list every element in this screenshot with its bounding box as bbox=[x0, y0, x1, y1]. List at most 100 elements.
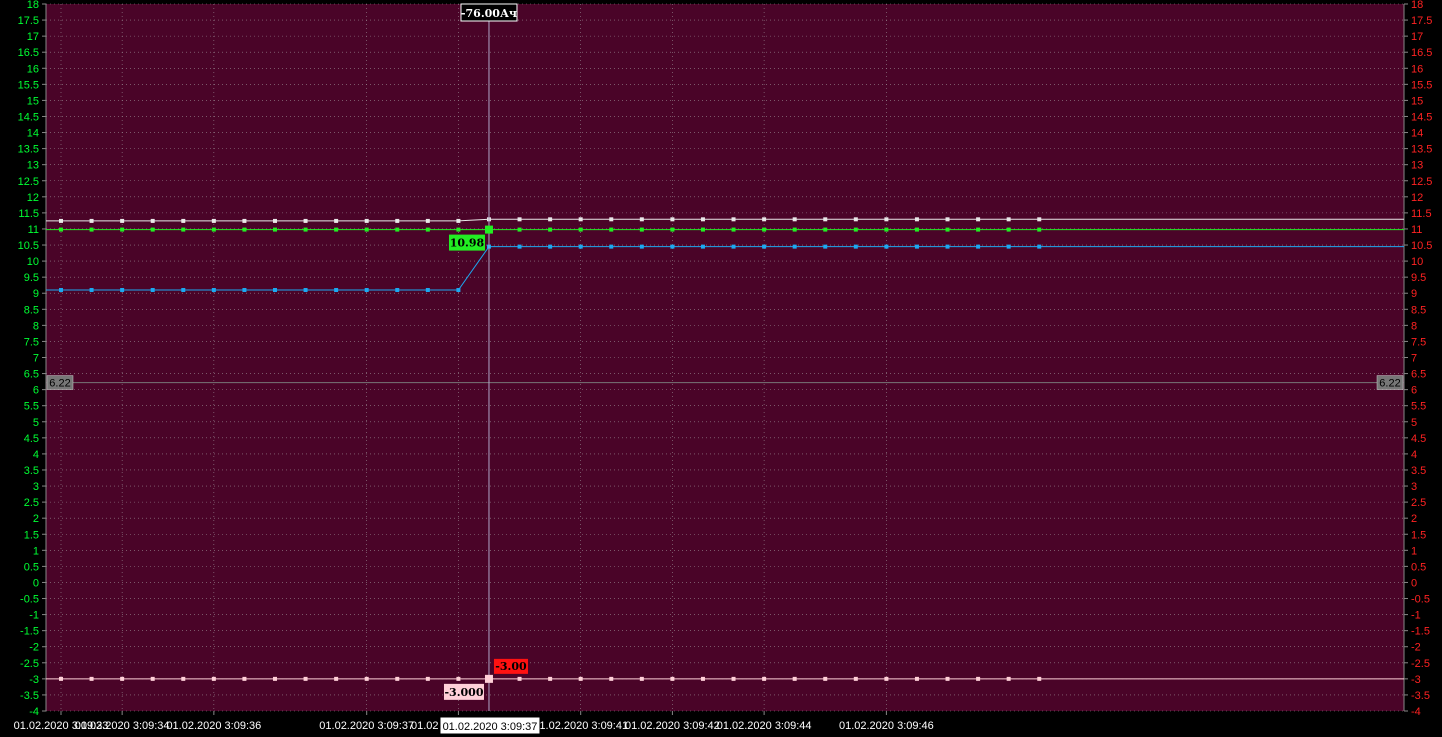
cursor-pink-label: -3.000 bbox=[444, 686, 483, 699]
series-0-point bbox=[639, 217, 644, 222]
series-0-point bbox=[1006, 217, 1011, 222]
left-tick-label: -3.5 bbox=[20, 690, 39, 702]
cursor-green-label: 10.98 bbox=[450, 237, 485, 250]
series-0-point bbox=[670, 217, 675, 222]
series-2-point bbox=[89, 288, 94, 293]
series-1-point bbox=[120, 227, 125, 232]
right-tick-label: 2.5 bbox=[1411, 497, 1426, 509]
series-1-point bbox=[1006, 227, 1011, 232]
left-tick-label: -2.5 bbox=[20, 658, 39, 670]
series-3-point bbox=[639, 676, 644, 681]
series-1-point bbox=[89, 227, 94, 232]
right-tick-label: 11.5 bbox=[1411, 208, 1432, 220]
left-tick-label: -1 bbox=[29, 610, 39, 622]
series-1-point bbox=[272, 227, 277, 232]
series-0-point bbox=[364, 218, 369, 223]
left-tick-label: 8 bbox=[33, 320, 39, 332]
right-tick-label: 11 bbox=[1411, 224, 1422, 236]
series-0-point bbox=[884, 217, 889, 222]
series-3-point bbox=[762, 676, 767, 681]
series-2-point bbox=[150, 288, 155, 293]
series-0-point bbox=[334, 218, 339, 223]
series-2-point bbox=[731, 244, 736, 249]
right-tick-label: 9.5 bbox=[1411, 272, 1426, 284]
left-tick-label: -4 bbox=[29, 706, 39, 718]
right-tick-label: -4 bbox=[1411, 706, 1421, 718]
plot-background bbox=[46, 4, 1404, 711]
right-tick-label: 14.5 bbox=[1411, 111, 1432, 123]
series-2-point bbox=[762, 244, 767, 249]
series-1-point bbox=[731, 227, 736, 232]
series-3-point bbox=[945, 676, 950, 681]
series-2-point bbox=[120, 288, 125, 293]
reference-label-right: 6.22 bbox=[1379, 378, 1400, 390]
right-tick-label: -3.5 bbox=[1411, 690, 1430, 702]
right-tick-label: 6 bbox=[1411, 385, 1417, 397]
series-3-point bbox=[150, 676, 155, 681]
cursor-green-marker bbox=[484, 225, 493, 234]
x-tick-label: 01.02.2020 3:09:34 bbox=[75, 720, 170, 732]
series-2-point bbox=[211, 288, 216, 293]
right-tick-label: 16 bbox=[1411, 63, 1423, 75]
right-tick-label: 1 bbox=[1411, 545, 1417, 557]
series-2-point bbox=[700, 244, 705, 249]
series-2-point bbox=[59, 288, 63, 293]
left-tick-label: 15.5 bbox=[18, 79, 39, 91]
series-1-point bbox=[211, 227, 216, 232]
right-tick-label: 6.5 bbox=[1411, 369, 1426, 381]
series-2-point bbox=[823, 244, 828, 249]
left-tick-label: 4.5 bbox=[24, 433, 39, 445]
series-0-point bbox=[395, 218, 400, 223]
left-tick-label: 5.5 bbox=[24, 401, 39, 413]
right-tick-label: -2.5 bbox=[1411, 658, 1430, 670]
series-2-point bbox=[1037, 244, 1042, 249]
right-tick-label: 8.5 bbox=[1411, 304, 1426, 316]
left-tick-label: 17.5 bbox=[18, 15, 39, 27]
left-tick-label: 2 bbox=[33, 513, 39, 525]
series-3-point bbox=[731, 676, 736, 681]
series-1-point bbox=[762, 227, 767, 232]
right-tick-label: 18 bbox=[1411, 0, 1423, 11]
series-2-point bbox=[364, 288, 369, 293]
series-0-point bbox=[150, 218, 155, 223]
series-0-point bbox=[548, 217, 553, 222]
series-0-point bbox=[731, 217, 736, 222]
left-tick-label: 13.5 bbox=[18, 144, 39, 156]
series-1-point bbox=[609, 227, 614, 232]
series-0-point bbox=[700, 217, 705, 222]
right-tick-label: 8 bbox=[1411, 320, 1417, 332]
x-tick-label: 01.02.2020 3:09:36 bbox=[166, 720, 261, 732]
series-1-point bbox=[823, 227, 828, 232]
left-tick-label: 6 bbox=[33, 385, 39, 397]
series-2-point bbox=[914, 244, 919, 249]
x-tick-label: 01.02.2020 3:09:42 bbox=[625, 720, 720, 732]
right-tick-label: 17 bbox=[1411, 31, 1423, 43]
left-tick-label: -2 bbox=[29, 642, 39, 654]
left-tick-label: 5 bbox=[33, 417, 39, 429]
series-3-point bbox=[976, 676, 981, 681]
series-0-point bbox=[853, 217, 858, 222]
series-2-point bbox=[242, 288, 247, 293]
series-1-point bbox=[853, 227, 858, 232]
series-2-point bbox=[639, 244, 644, 249]
series-3-point bbox=[853, 676, 858, 681]
left-tick-label: 8.5 bbox=[24, 304, 39, 316]
series-2-point bbox=[456, 288, 461, 293]
series-3-point bbox=[272, 676, 277, 681]
right-tick-label: 4 bbox=[1411, 449, 1417, 461]
series-1-point bbox=[670, 227, 675, 232]
series-1-point bbox=[517, 227, 522, 232]
series-3-point bbox=[548, 676, 553, 681]
series-1-point bbox=[914, 227, 919, 232]
left-tick-label: 16.5 bbox=[18, 47, 39, 59]
series-1-point bbox=[425, 227, 430, 232]
series-2-point bbox=[976, 244, 981, 249]
x-tick-label: 01.02.2020 3:09:37 bbox=[319, 720, 414, 732]
series-0-point bbox=[242, 218, 247, 223]
series-0-point bbox=[914, 217, 919, 222]
left-tick-label: 2.5 bbox=[24, 497, 39, 509]
series-2-point bbox=[272, 288, 277, 293]
series-0-point bbox=[976, 217, 981, 222]
right-tick-label: 2 bbox=[1411, 513, 1417, 525]
series-2-point bbox=[853, 244, 858, 249]
